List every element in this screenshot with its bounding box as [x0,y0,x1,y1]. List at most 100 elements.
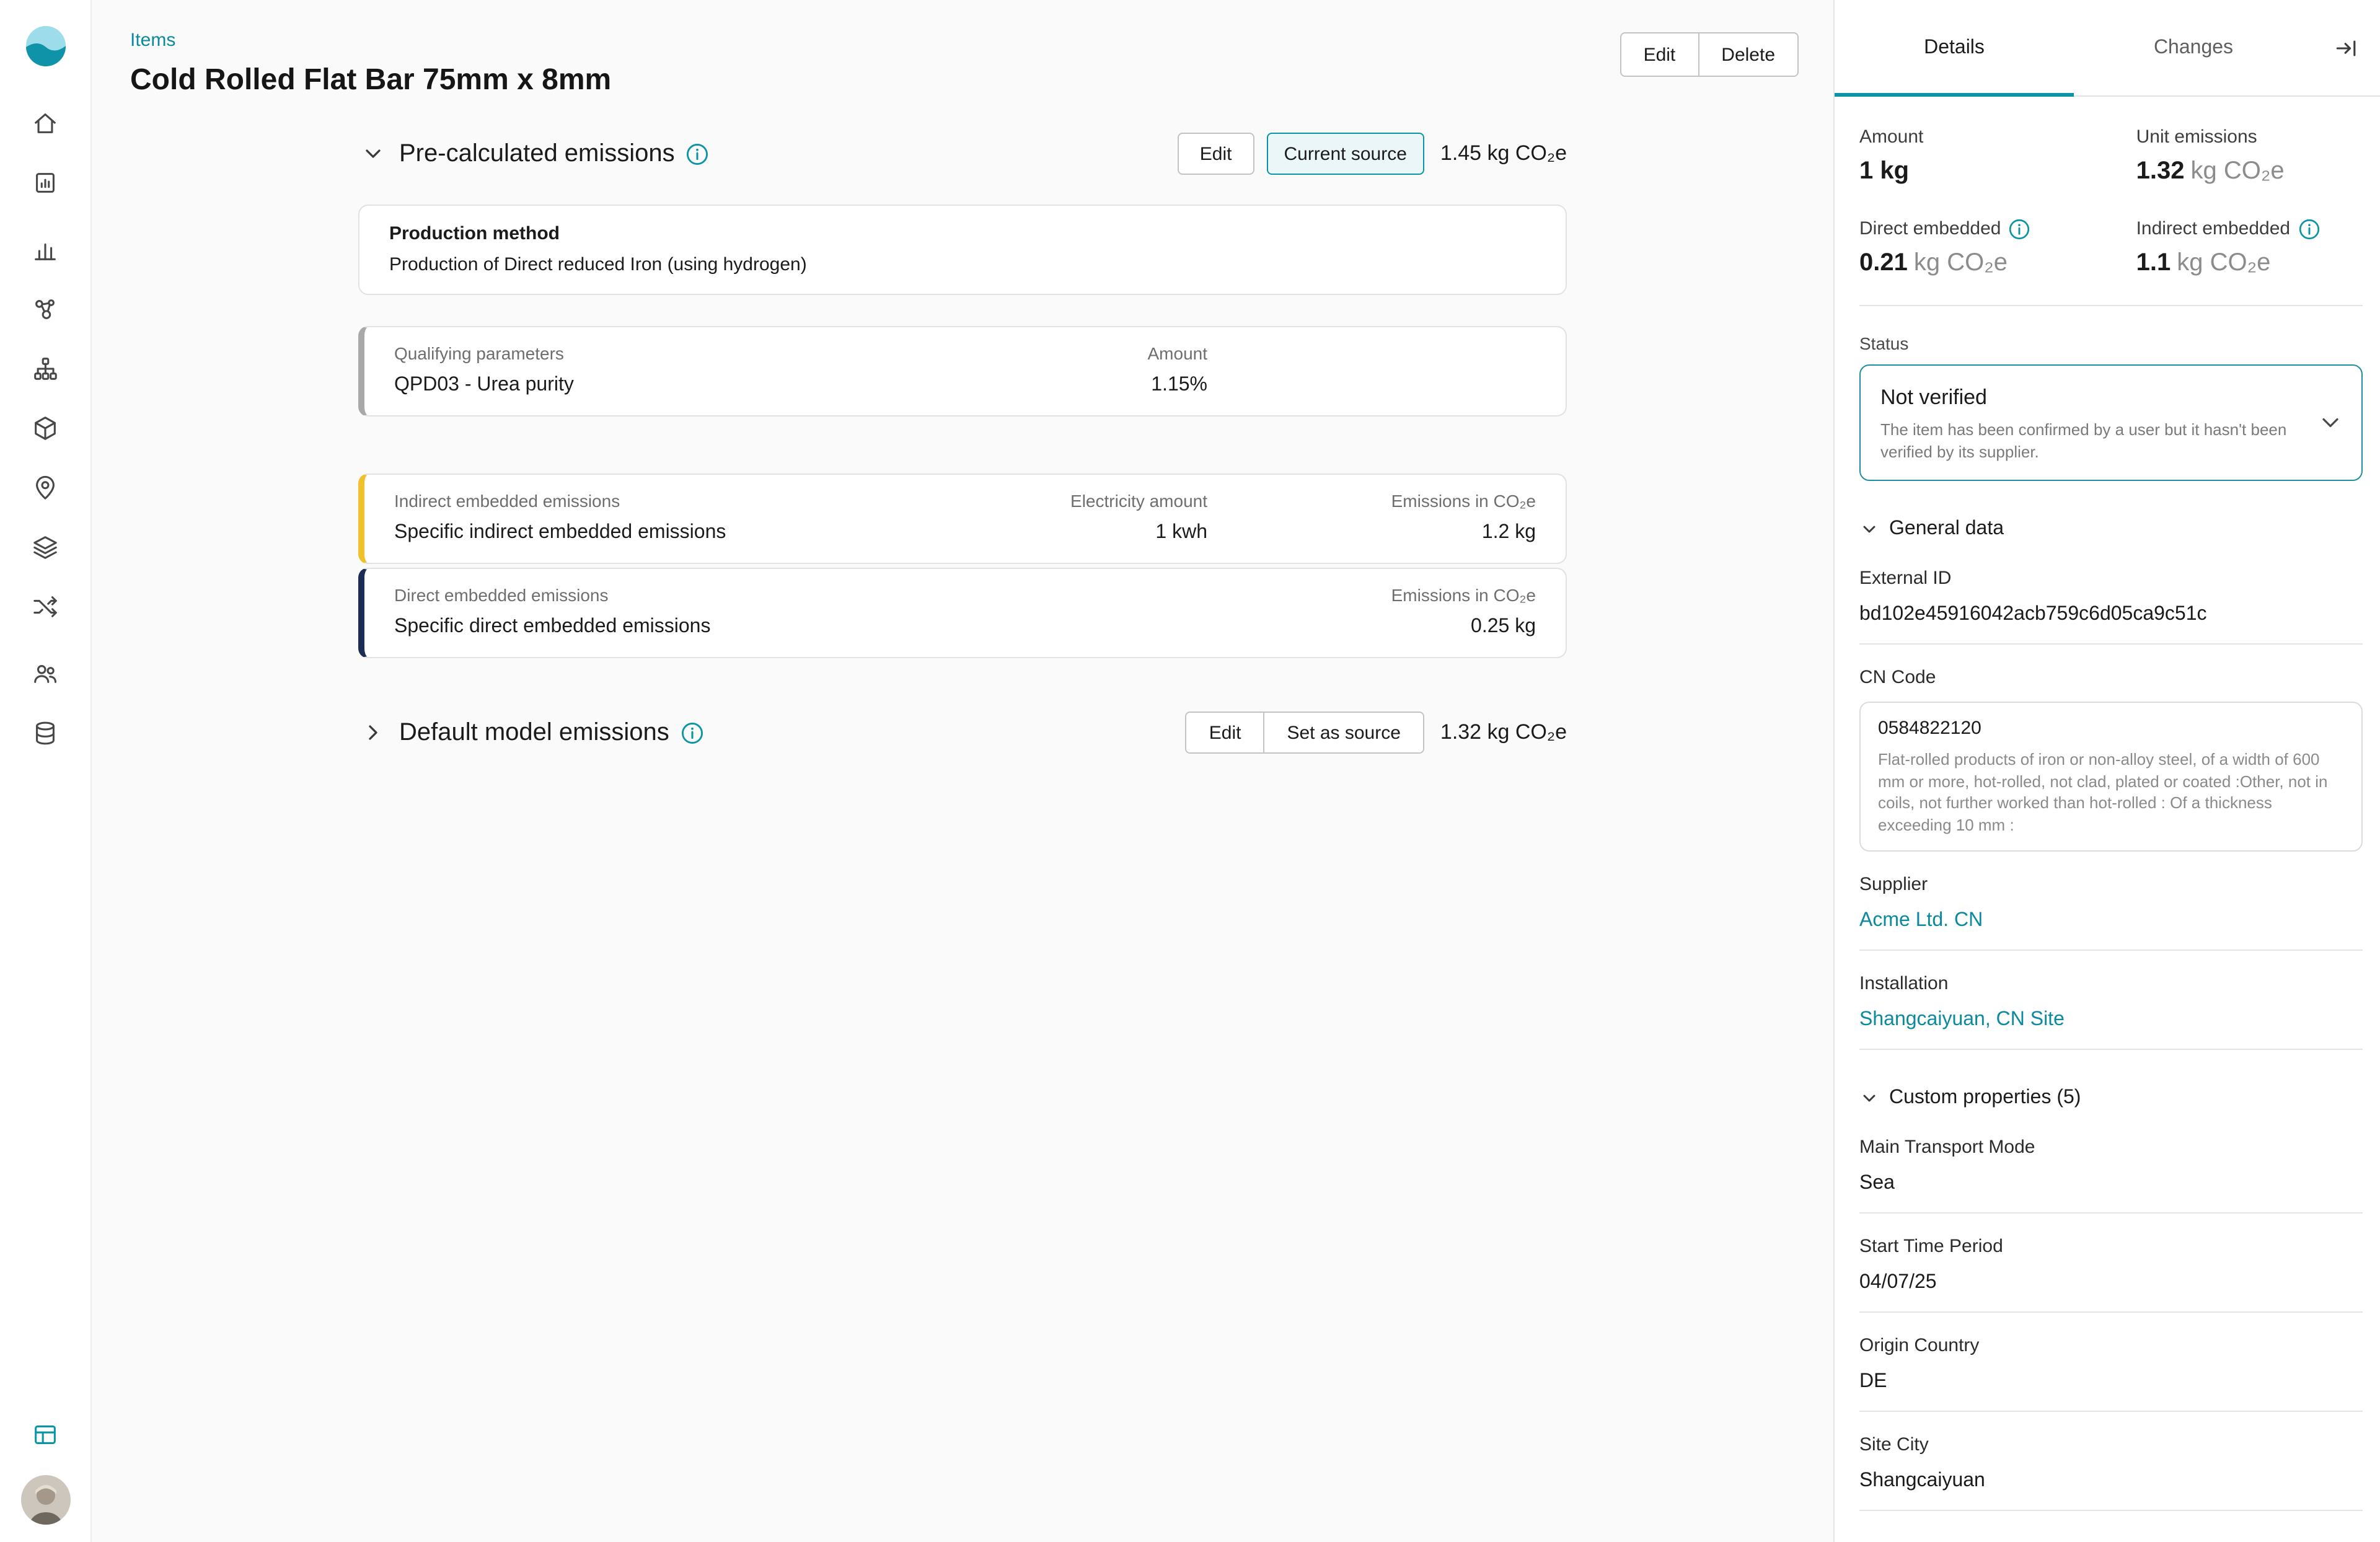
transport-mode-label: Main Transport Mode [1859,1137,2363,1159]
chevron-down-icon [2317,409,2344,436]
installation-label: Installation [1859,973,2363,995]
sidebar-item-users[interactable] [20,652,70,694]
production-method-value: Production of Direct reduced Iron (using… [389,252,1536,278]
info-icon [2298,218,2320,240]
default-model-title: Default model emissions [399,718,669,747]
collapse-panel-button[interactable] [2313,0,2380,95]
general-data-header[interactable]: General data [1859,518,2363,540]
default-model-edit-button[interactable]: Edit [1187,713,1264,752]
custom-properties-header[interactable]: Custom properties (5) [1859,1087,2363,1109]
chevron-down-icon [1859,1088,1879,1108]
supplier-link[interactable]: Acme Ltd. CN [1859,909,2363,951]
origin-country-value: DE [1859,1370,2363,1412]
sidebar-item-locations[interactable] [20,466,70,508]
tab-changes[interactable]: Changes [2074,0,2313,95]
status-label: Status [1859,333,2363,353]
page-title: Cold Rolled Flat Bar 75mm x 8mm [130,62,611,99]
sidebar-item-transfers[interactable] [20,585,70,627]
user-avatar[interactable] [20,1475,70,1525]
supplier-field: Supplier Acme Ltd. CN [1859,874,2363,951]
database-icon [31,718,60,747]
custom-properties-title: Custom properties (5) [1889,1087,2081,1109]
details-panel: Details Changes Amount 1 kg Unit emissio… [1833,0,2380,1542]
indirect-emissions-value: Specific indirect embedded emissions [394,519,928,547]
direct-emissions-label: Direct embedded emissions [394,584,928,607]
sidebar-item-home[interactable] [20,102,70,144]
item-action-group: Edit Delete [1620,32,1799,77]
amount-metric-value: 1 kg [1859,157,1909,185]
tab-changes-label: Changes [2154,37,2233,59]
indirect-embedded-label: Indirect embedded [2136,218,2291,240]
installation-link[interactable]: Shangcaiyuan, CN Site [1859,1008,2363,1050]
default-model-expand-button[interactable] [358,718,388,747]
package-icon [31,413,60,442]
emissions-content: Pre-calculated emissions Edit Current so… [358,129,1567,783]
users-icon [31,659,60,687]
main-header: Items Cold Rolled Flat Bar 75mm x 8mm Ed… [92,0,1833,99]
direct-co2-cell: Emissions in CO₂e 0.25 kg [1207,584,1536,641]
app-logo[interactable] [22,22,69,69]
current-source-badge: Current source [1266,133,1424,175]
sidebar-item-hierarchy[interactable] [20,347,70,389]
qualifying-amount-value: 1.15% [928,372,1207,399]
default-model-action-group: Edit Set as source [1186,712,1424,754]
direct-embedded-value: 0.21 [1859,249,1908,276]
bar-chart-icon [31,235,60,263]
precalc-edit-button[interactable]: Edit [1178,133,1254,175]
home-icon [31,108,60,137]
status-select[interactable]: Not verified The item has been confirmed… [1859,364,2363,481]
production-method-card: Production method Production of Direct r… [358,205,1567,295]
indirect-embedded-info-icon[interactable] [2298,218,2320,240]
info-icon [681,721,704,744]
shuffle-icon [31,592,60,620]
precalc-info-icon[interactable] [686,142,710,165]
qualifying-parameters-value: QPD03 - Urea purity [394,372,928,399]
unit-emissions-label: Unit emissions [2136,126,2257,149]
delete-item-button[interactable]: Delete [1698,33,1797,76]
unit-emissions-metric: Unit emissions 1.32kg CO₂e [2136,126,2363,186]
origin-country-field: Origin Country DE [1859,1335,2363,1412]
qualifying-parameters-card: Qualifying parameters QPD03 - Urea purit… [358,326,1567,416]
direct-co2-value: 0.25 kg [1207,614,1536,641]
supplier-label: Supplier [1859,874,2363,896]
default-model-info-icon[interactable] [681,721,704,744]
direct-emissions-value: Specific direct embedded emissions [394,614,928,641]
amount-metric-label: Amount [1859,126,1923,149]
app-root: Items Cold Rolled Flat Bar 75mm x 8mm Ed… [0,0,2380,1542]
logo-icon [22,22,69,69]
direct-emissions-cell: Direct embedded emissions Specific direc… [394,584,928,641]
general-data-title: General data [1889,518,2004,540]
sidebar-item-items[interactable] [20,407,70,449]
site-city-field: Site City Shangcaiyuan [1859,1434,2363,1511]
precalc-section-header: Pre-calculated emissions Edit Current so… [358,129,1567,178]
qualifying-parameter-cell: Qualifying parameters QPD03 - Urea purit… [394,342,928,399]
emissions-summary: Amount 1 kg Unit emissions 1.32kg CO₂e D… [1859,126,2363,306]
site-city-value: Shangcaiyuan [1859,1469,2363,1511]
qualifying-empty-cell [1207,342,1536,399]
direct-embedded-info-icon[interactable] [2008,218,2030,240]
chevron-down-icon [361,141,386,166]
location-pin-icon [31,473,60,501]
info-icon [686,142,710,165]
chevron-right-icon [361,720,386,745]
collapse-panel-icon [2333,34,2360,61]
breadcrumb-items[interactable]: Items [130,30,611,52]
set-as-source-button[interactable]: Set as source [1263,713,1422,752]
edit-item-button[interactable]: Edit [1621,33,1698,76]
sidebar-item-data[interactable] [20,712,70,754]
indirect-co2-label: Emissions in CO₂e [1207,490,1536,513]
sidebar-item-reports[interactable] [20,161,70,203]
sidebar-item-layers[interactable] [20,526,70,568]
tab-details[interactable]: Details [1835,0,2074,95]
sidebar-item-table-view[interactable] [20,1413,70,1455]
production-method-label: Production method [389,221,1536,247]
report-icon [31,168,60,196]
cn-code-box: 0584822120 Flat-rolled products of iron … [1859,702,2363,852]
origin-country-label: Origin Country [1859,1335,2363,1357]
table-icon [31,1420,60,1448]
precalc-collapse-button[interactable] [358,139,388,169]
sidebar-item-emissions[interactable] [20,288,70,330]
qualifying-amount-cell: Amount 1.15% [928,342,1207,399]
sidebar-item-analytics[interactable] [20,228,70,270]
main-content: Items Cold Rolled Flat Bar 75mm x 8mm Ed… [92,0,1833,1542]
